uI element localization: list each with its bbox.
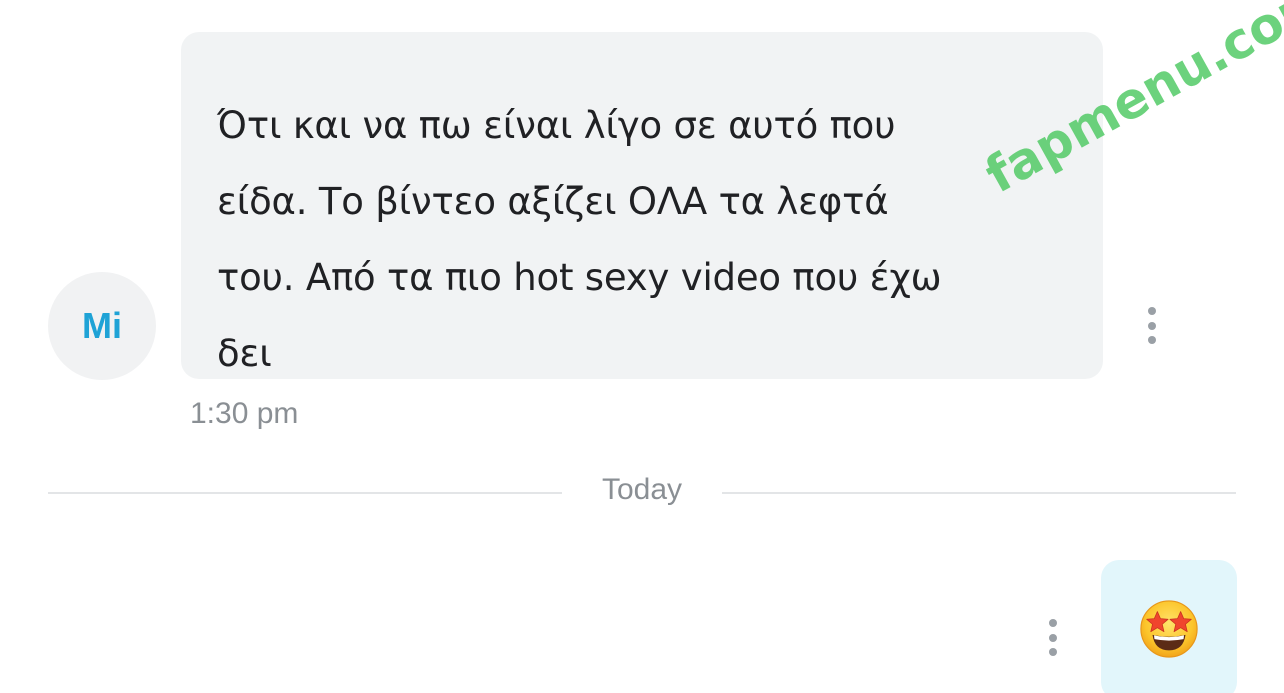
more-dot	[1049, 648, 1057, 656]
chat-view: Mi Ότι και να πω είναι λίγο σε αυτό που …	[0, 0, 1284, 693]
star-struck-emoji-icon	[1140, 600, 1198, 658]
more-dot	[1148, 321, 1156, 330]
more-vertical-icon[interactable]	[1137, 307, 1167, 344]
more-dot	[1148, 307, 1156, 315]
incoming-message-text: Ότι και να πω είναι λίγο σε αυτό που είδ…	[217, 104, 942, 375]
message-timestamp: 1:30 pm	[190, 397, 299, 430]
day-divider-label: Today	[601, 473, 683, 506]
day-divider-line-right	[722, 492, 1236, 494]
more-dot	[1148, 336, 1156, 344]
more-dot	[1049, 619, 1057, 627]
sender-avatar[interactable]: Mi	[48, 272, 156, 380]
more-vertical-icon[interactable]	[1038, 619, 1068, 656]
avatar-initials: Mi	[82, 305, 122, 346]
incoming-message-bubble[interactable]: Ότι και να πω είναι λίγο σε αυτό που είδ…	[181, 32, 1103, 379]
more-dot	[1049, 633, 1057, 642]
day-divider-line-left	[48, 492, 562, 494]
outgoing-message-bubble[interactable]	[1101, 560, 1237, 693]
